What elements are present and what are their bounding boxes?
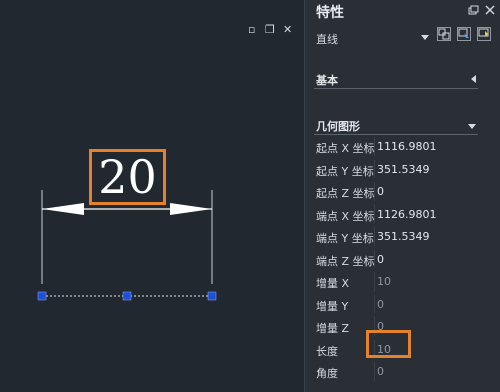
object-type-dropdown[interactable]: 直线: [310, 26, 500, 48]
prop-value[interactable]: 0: [377, 185, 384, 198]
grip-start: [37, 291, 47, 301]
section-basic[interactable]: 基本: [314, 70, 478, 89]
length-highlight-box: [366, 330, 411, 358]
prop-name: 起点 Y 坐标: [316, 164, 374, 178]
arrowhead-left: [42, 203, 84, 215]
prop-name: 起点 X 坐标: [316, 142, 374, 155]
panel-close-icon[interactable]: [484, 4, 496, 16]
prop-end-y: 端点 Y 坐标 351.5349: [314, 225, 474, 248]
panel-restore-icon[interactable]: [467, 4, 479, 16]
prop-value[interactable]: 351.5349: [377, 163, 430, 176]
prop-end-x: 端点 X 坐标 1126.9801: [314, 203, 474, 226]
prop-name: 起点 Z 坐标: [316, 187, 374, 200]
prop-value[interactable]: 1116.9801: [377, 140, 437, 153]
grip-end: [207, 291, 217, 301]
prop-angle: 角度 0: [314, 360, 474, 383]
dimension-text[interactable]: 20: [92, 152, 163, 202]
chevron-down-icon: [421, 35, 429, 40]
prop-value[interactable]: 351.5349: [377, 230, 430, 243]
prop-name: 端点 Z 坐标: [316, 254, 374, 268]
arrowhead-right: [170, 203, 212, 215]
prop-start-z: 起点 Z 坐标 0: [314, 180, 474, 203]
prop-delta-y: 增量 Y 0: [314, 293, 474, 316]
section-geometry-label: 几何图形: [316, 120, 360, 133]
prop-name: 端点 X 坐标: [316, 209, 374, 223]
prop-delta-x: 增量 X 10: [314, 270, 474, 293]
grip-mid: [122, 291, 132, 301]
prop-value[interactable]: 0: [377, 253, 384, 266]
prop-name: 角度: [316, 367, 338, 380]
select-objects-icon[interactable]: [457, 27, 471, 41]
section-basic-label: 基本: [316, 74, 338, 87]
prop-end-z: 端点 Z 坐标 0: [314, 248, 474, 271]
prop-value[interactable]: 1126.9801: [377, 208, 437, 221]
collapse-arrow-icon: [468, 124, 476, 129]
prop-name: 增量 X: [316, 277, 350, 290]
panel-title: 特性: [316, 5, 344, 21]
prop-value: 0: [377, 297, 384, 311]
prop-name: 增量 Y: [316, 299, 349, 313]
prop-start-y: 起点 Y 坐标 351.5349: [314, 158, 474, 181]
toggle-pickadd-icon[interactable]: [437, 27, 451, 41]
expand-arrow-icon: [471, 75, 476, 83]
prop-value: 10: [377, 275, 391, 288]
quick-select-icon[interactable]: [477, 27, 491, 41]
section-geometry[interactable]: 几何图形: [314, 116, 478, 135]
drawing-canvas[interactable]: ▫ ❐ ✕ 20: [0, 0, 304, 392]
prop-name: 端点 Y 坐标: [316, 232, 374, 245]
prop-start-x: 起点 X 坐标 1116.9801: [314, 135, 474, 158]
object-type-value: 直线: [316, 33, 338, 46]
dimension-text-highlight: 20: [89, 149, 166, 205]
prop-value: 0: [377, 365, 384, 378]
